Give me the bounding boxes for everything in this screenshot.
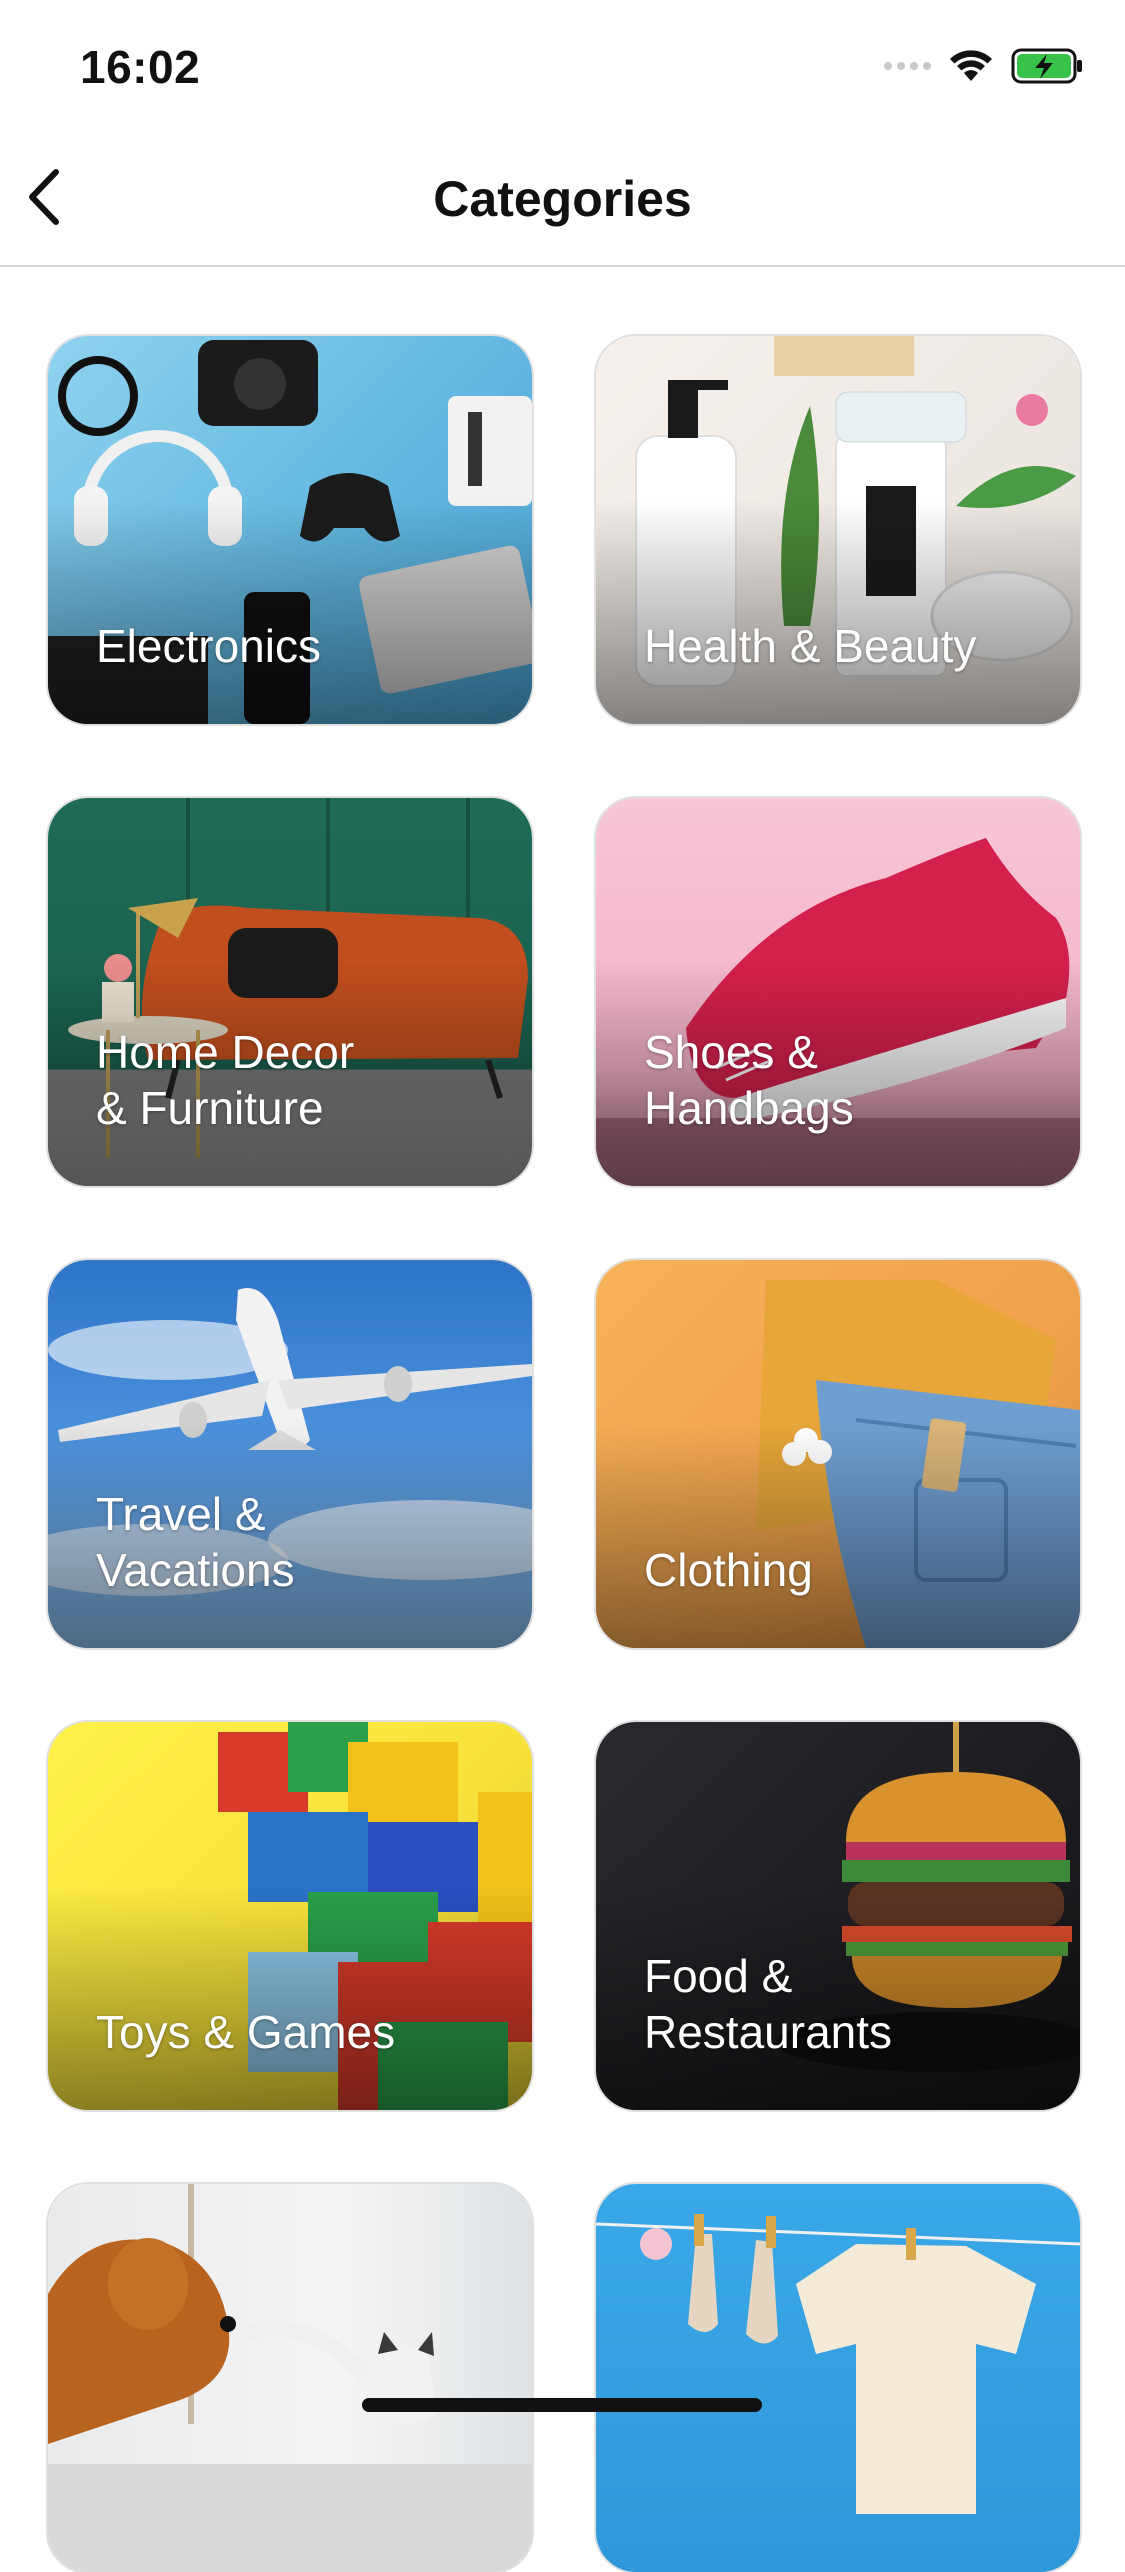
status-icons [884,48,1085,84]
category-card-electronics[interactable]: Electronics [48,336,532,724]
category-label: Toys & Games [96,2006,396,2058]
category-card-clothing[interactable]: Clothing [596,1260,1080,1648]
kids-baby-image [596,2214,1080,2514]
category-label: Travel & Vacations [96,1488,295,1596]
category-label: Shoes & Handbags [644,1026,854,1134]
home-indicator[interactable] [362,2398,762,2412]
category-label: Clothing [644,1544,813,1596]
battery-charging-icon [1011,48,1082,84]
pets-image [48,2184,532,2572]
category-card-health-beauty[interactable]: Health & Beauty [596,336,1080,724]
status-bar: 16:02 [0,0,1125,132]
navigation-bar: Categories [0,132,1125,267]
category-card-home-decor-furniture[interactable]: Home Decor & Furniture [48,798,532,1186]
category-label: Health & Beauty [644,620,977,672]
category-label: Electronics [96,620,321,672]
category-card-travel-vacations[interactable]: Travel & Vacations [48,1260,532,1648]
category-label: Home Decor & Furniture [96,1026,355,1134]
page-title: Categories [433,171,692,227]
category-card-kids-baby[interactable] [596,2184,1080,2572]
category-card-shoes-handbags[interactable]: Shoes & Handbags [596,798,1080,1186]
cellular-signal-icon [884,62,931,70]
status-time: 16:02 [80,41,201,93]
wifi-icon [950,50,992,81]
category-card-food-restaurants[interactable]: Food & Restaurants [596,1722,1080,2110]
category-card-toys-games[interactable]: Toys & Games [48,1722,532,2110]
category-label: Food & Restaurants [644,1950,893,2058]
category-card-pets[interactable] [48,2184,532,2572]
